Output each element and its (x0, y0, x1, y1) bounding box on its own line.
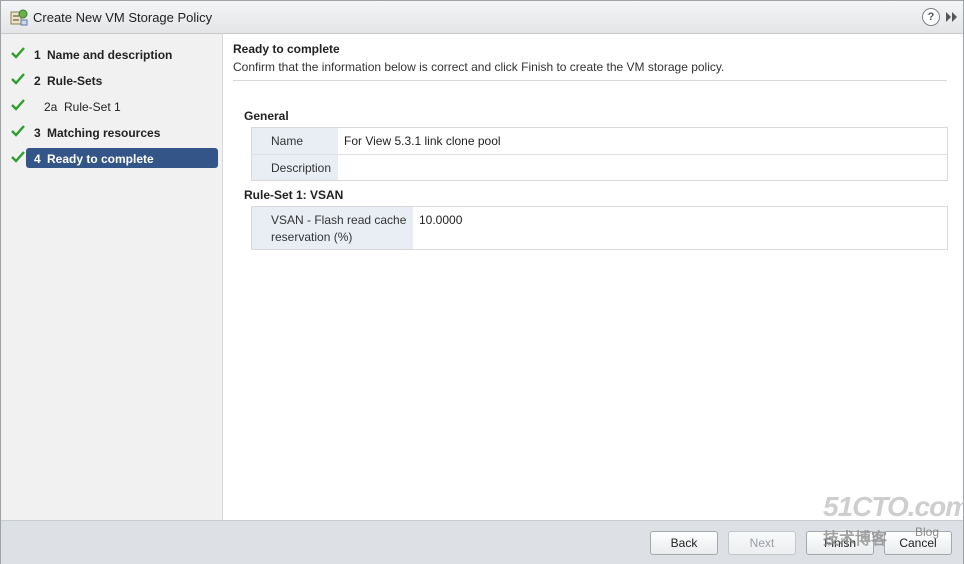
nav-step-matching-resources[interactable]: 3 Matching resources (1, 122, 222, 142)
finish-button[interactable]: Finish (806, 531, 874, 555)
dialog-title: Create New VM Storage Policy (33, 10, 213, 25)
next-button[interactable]: Next (728, 531, 796, 555)
summary-row-flash-read-cache: VSAN - Flash read cache reservation (%) … (252, 207, 947, 249)
back-button[interactable]: Back (650, 531, 718, 555)
summary-label: Name (252, 128, 338, 154)
nav-step-label: Name and description (47, 48, 173, 62)
checkmark-icon (11, 73, 25, 85)
summary-label: Description (252, 155, 338, 180)
nav-step-number: 2a (44, 100, 58, 114)
general-section-heading: General (244, 109, 289, 123)
step-description: Confirm that the information below is co… (233, 60, 725, 74)
cancel-button[interactable]: Cancel (884, 531, 952, 555)
wizard-steps-nav: 1 Name and description 2 Rule-Sets 2a Ru… (1, 34, 223, 520)
summary-value: 10.0000 (419, 213, 463, 227)
nav-step-number: 3 (34, 126, 41, 140)
dialog-titlebar: Create New VM Storage Policy ? (1, 1, 963, 34)
summary-value (338, 155, 344, 180)
nav-step-number: 4 (34, 152, 41, 166)
checkmark-icon (11, 151, 25, 163)
help-icon[interactable]: ? (922, 8, 940, 26)
create-vm-storage-policy-dialog: Create New VM Storage Policy ? 1 Name an… (0, 0, 964, 564)
nav-step-name-and-description[interactable]: 1 Name and description (1, 44, 222, 64)
checkmark-icon (11, 125, 25, 137)
step-title: Ready to complete (233, 42, 340, 56)
wizard-content-pane: Ready to complete Confirm that the infor… (223, 34, 963, 520)
summary-row-description: Description (252, 155, 947, 180)
nav-step-label: Rule-Sets (47, 74, 103, 88)
nav-step-label: Matching resources (47, 126, 161, 140)
general-summary-table: Name For View 5.3.1 link clone pool Desc… (251, 127, 948, 181)
summary-value: For View 5.3.1 link clone pool (344, 134, 501, 148)
nav-step-ready-to-complete[interactable]: 4 Ready to complete (1, 148, 222, 168)
checkmark-icon (11, 99, 25, 111)
nav-step-label: Rule-Set 1 (64, 100, 121, 114)
nav-step-rule-set-1[interactable]: 2a Rule-Set 1 (1, 96, 222, 116)
expand-icon[interactable] (945, 11, 959, 23)
wizard-footer: Back Next Finish Cancel (1, 520, 963, 564)
header-divider (233, 80, 947, 81)
ruleset-summary-table: VSAN - Flash read cache reservation (%) … (251, 206, 948, 250)
nav-step-rule-sets[interactable]: 2 Rule-Sets (1, 70, 222, 90)
summary-label: VSAN - Flash read cache reservation (%) (252, 207, 413, 249)
summary-row-name: Name For View 5.3.1 link clone pool (252, 128, 947, 155)
ruleset-section-heading: Rule-Set 1: VSAN (244, 188, 344, 202)
checkmark-icon (11, 47, 25, 59)
storage-policy-icon (10, 9, 28, 26)
nav-step-number: 1 (34, 48, 41, 62)
nav-step-number: 2 (34, 74, 41, 88)
nav-step-label: Ready to complete (47, 152, 154, 166)
